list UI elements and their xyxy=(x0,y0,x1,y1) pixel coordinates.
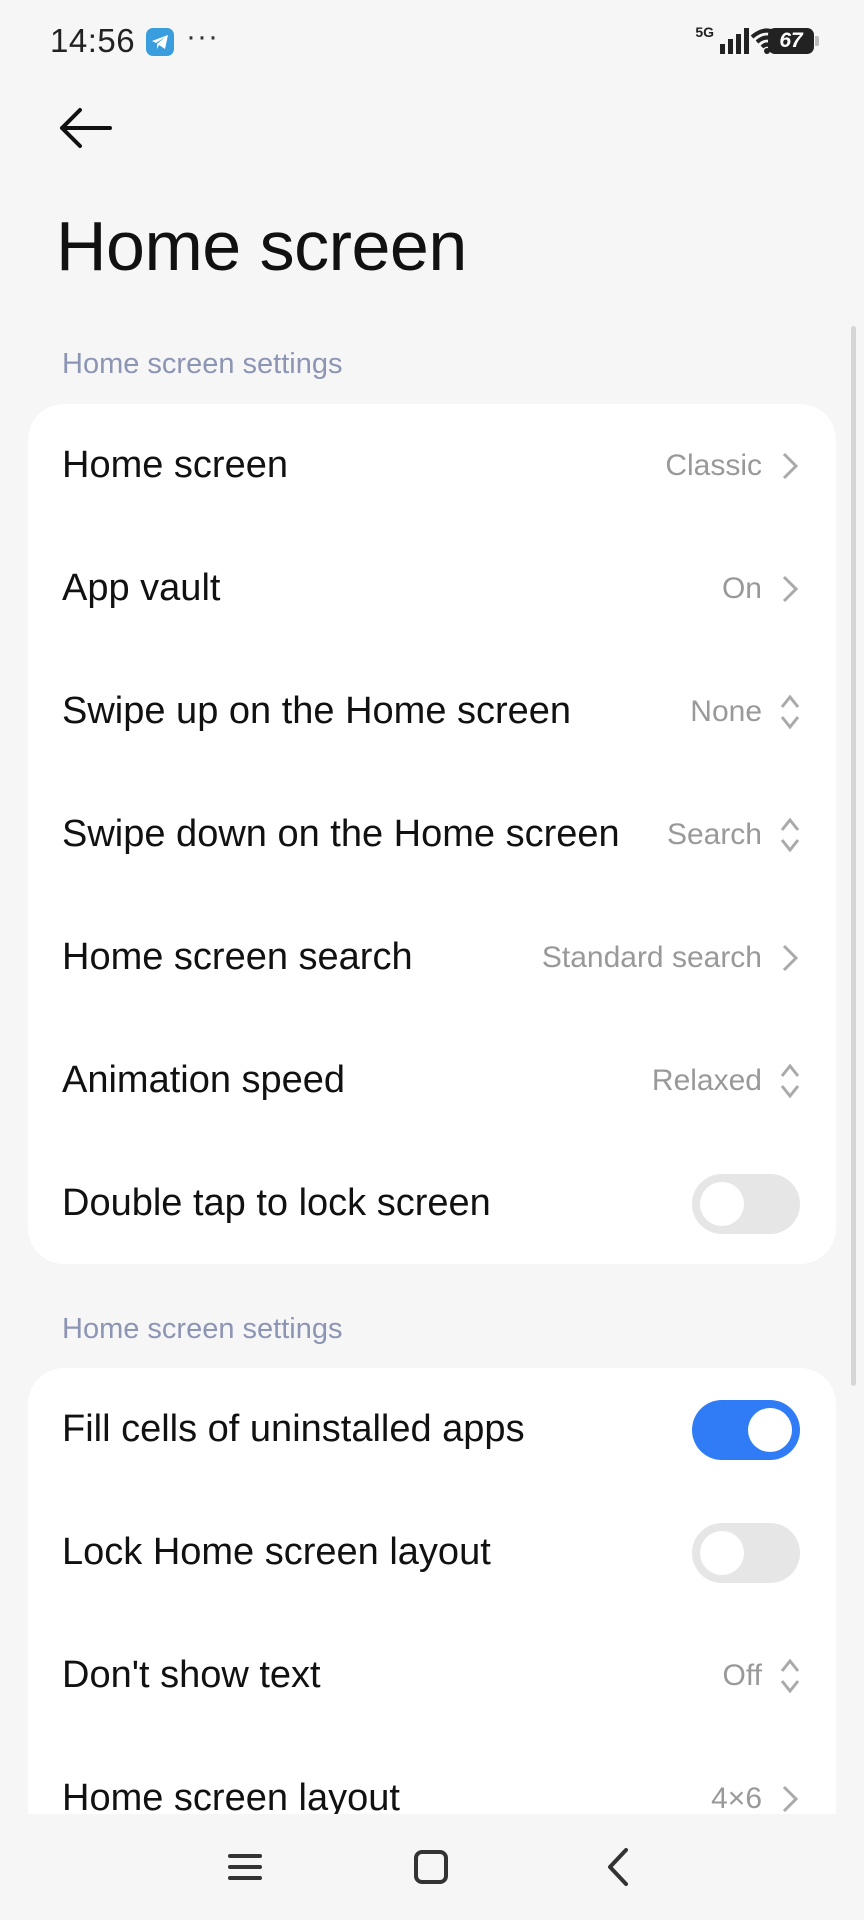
setting-label: App vault xyxy=(62,567,221,609)
setting-home-screen[interactable]: Home screen Classic xyxy=(28,404,836,527)
setting-value: On xyxy=(721,572,762,605)
double-tap-lock-toggle[interactable] xyxy=(692,1174,800,1234)
status-bar: 14:56 ··· 5G 67 xyxy=(0,0,864,84)
setting-label: Swipe down on the Home screen xyxy=(62,813,620,855)
chevron-right-icon xyxy=(782,452,799,480)
setting-value: Relaxed xyxy=(651,1064,762,1097)
setting-label: Swipe up on the Home screen xyxy=(62,690,572,732)
network-type: 5G xyxy=(695,24,714,40)
up-down-arrows-icon xyxy=(780,1063,800,1099)
setting-value: Search xyxy=(666,818,762,851)
arrow-left-icon xyxy=(60,108,112,148)
setting-label: Home screen search xyxy=(62,936,413,978)
menu-button[interactable] xyxy=(220,1842,270,1892)
up-down-arrows-icon xyxy=(780,694,800,730)
section-label: Home screen settings xyxy=(62,1313,343,1345)
up-down-arrows-icon xyxy=(780,1658,800,1694)
setting-value: Standard search xyxy=(541,941,762,974)
setting-value: Off xyxy=(722,1659,762,1692)
lock-layout-toggle[interactable] xyxy=(692,1523,800,1583)
status-time: 14:56 xyxy=(50,22,136,59)
chevron-right-icon xyxy=(782,1785,799,1813)
setting-label: Don't show text xyxy=(62,1654,321,1696)
setting-dont-show-text[interactable]: Don't show text Off xyxy=(28,1614,836,1737)
toggle-knob xyxy=(700,1182,744,1226)
setting-value: None xyxy=(690,695,762,728)
page-title: Home screen xyxy=(56,207,467,285)
nav-back-button[interactable] xyxy=(594,1842,644,1892)
battery-indicator: 67 xyxy=(768,28,819,54)
scrollbar[interactable] xyxy=(851,326,856,1386)
setting-lock-layout[interactable]: Lock Home screen layout xyxy=(28,1491,836,1614)
signal-icon xyxy=(720,28,749,54)
telegram-icon xyxy=(146,28,174,56)
section-label: Home screen settings xyxy=(62,348,343,380)
setting-label: Animation speed xyxy=(62,1059,346,1101)
setting-label: Lock Home screen layout xyxy=(62,1531,491,1573)
more-notifications-icon: ··· xyxy=(186,20,219,53)
menu-icon xyxy=(228,1854,262,1880)
toggle-knob xyxy=(700,1531,744,1575)
setting-home-screen-search[interactable]: Home screen search Standard search xyxy=(28,896,836,1019)
settings-card: Fill cells of uninstalled apps Lock Home… xyxy=(28,1368,836,1868)
setting-swipe-up[interactable]: Swipe up on the Home screen None xyxy=(28,650,836,773)
toggle-knob xyxy=(748,1408,792,1452)
setting-label: Double tap to lock screen xyxy=(62,1182,491,1224)
up-down-arrows-icon xyxy=(780,817,800,853)
setting-double-tap-lock[interactable]: Double tap to lock screen xyxy=(28,1142,836,1264)
home-button[interactable] xyxy=(406,1842,456,1892)
fill-cells-toggle[interactable] xyxy=(692,1400,800,1460)
chevron-right-icon xyxy=(782,944,799,972)
setting-app-vault[interactable]: App vault On xyxy=(28,527,836,650)
setting-fill-cells[interactable]: Fill cells of uninstalled apps xyxy=(28,1368,836,1491)
setting-swipe-down[interactable]: Swipe down on the Home screen Search xyxy=(28,773,836,896)
settings-card: Home screen Classic App vault On Swipe u… xyxy=(28,404,836,1264)
setting-animation-speed[interactable]: Animation speed Relaxed xyxy=(28,1019,836,1142)
chevron-right-icon xyxy=(782,575,799,603)
setting-label: Fill cells of uninstalled apps xyxy=(62,1408,525,1450)
navigation-bar xyxy=(0,1814,864,1920)
home-square-icon xyxy=(414,1850,448,1884)
back-chevron-icon xyxy=(608,1848,628,1886)
setting-value: Classic xyxy=(665,449,762,482)
back-button[interactable] xyxy=(58,106,118,156)
setting-label: Home screen xyxy=(62,444,288,486)
